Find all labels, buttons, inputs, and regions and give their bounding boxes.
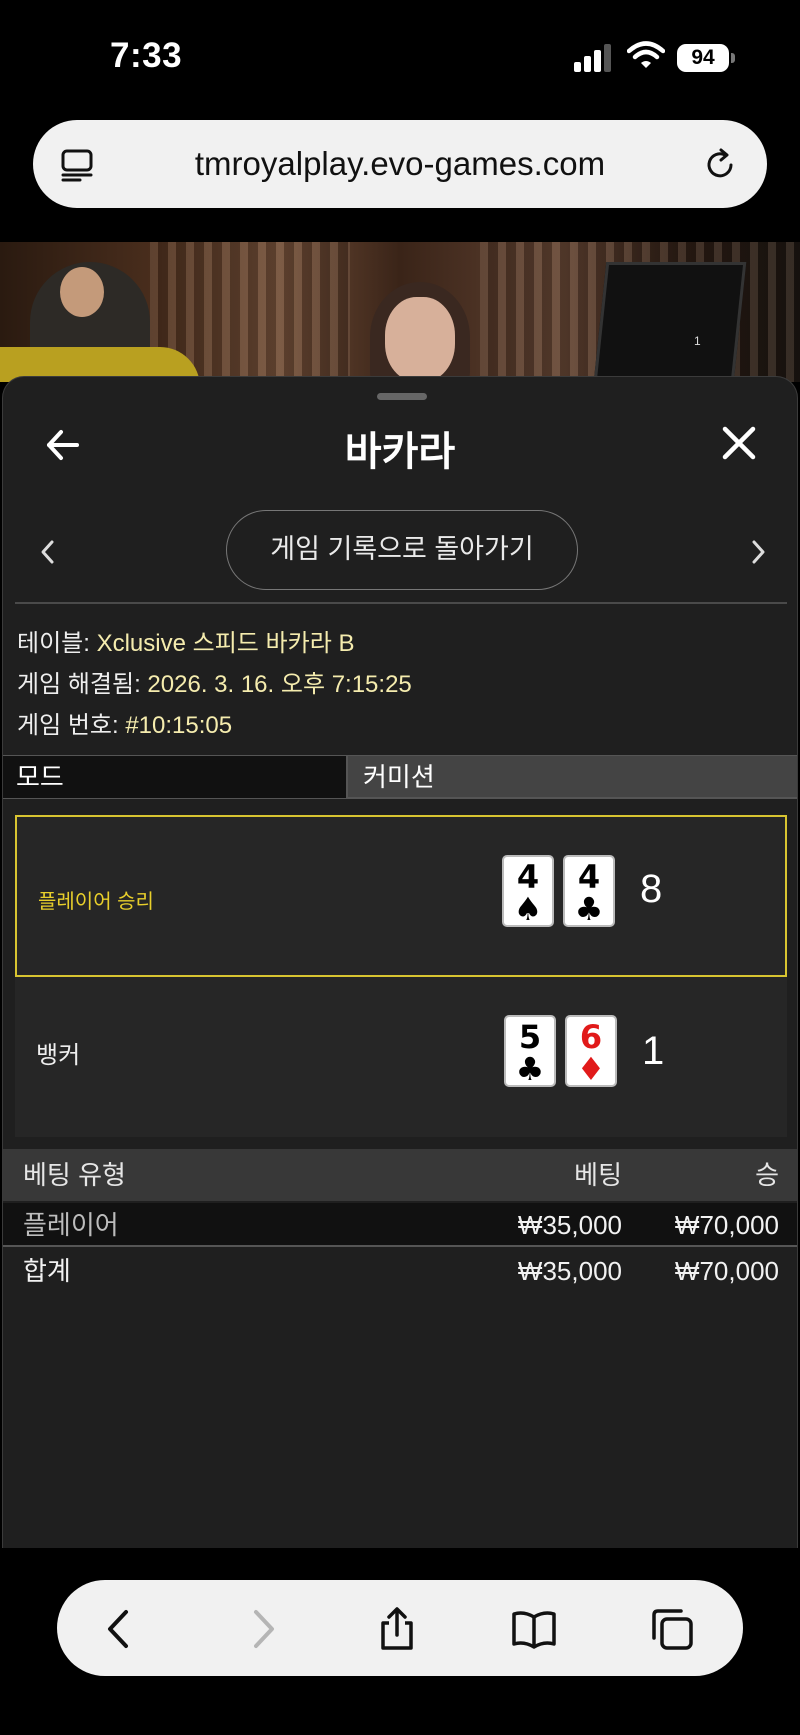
table-row: 플레이어 ₩35,000 ₩70,000 [3,1203,797,1247]
round-label: 게임 번호: [17,712,119,739]
bet-amount-cell: ₩35,000 [517,1210,622,1240]
banker-card-2: 6 ♦ [565,1015,617,1087]
divider [15,602,787,604]
resolved-value: 2026. 3. 16. 오후 7:15:25 [147,671,412,698]
game-history-sheet: 바카라 게임 기록으로 돌아가기 테이블: Xclusive 스피드 바카라 B… [2,376,798,1548]
mode-value: 커미션 [363,762,435,792]
card-rank: 6 [579,1018,603,1056]
sheet-grabber[interactable] [377,393,427,400]
total-row: 합계 ₩35,000 ₩70,000 [3,1249,797,1293]
resolved-info: 게임 해결됨: 2026. 3. 16. 오후 7:15:25 [17,664,412,699]
player-head [60,267,104,317]
banker-score: 1 [642,1029,665,1073]
player-card-1: 4 ♠ [502,855,554,927]
spade-icon: ♠ [513,890,543,928]
page-menu-icon[interactable] [60,148,94,182]
table-info: 테이블: Xclusive 스피드 바카라 B [17,623,354,658]
url-bar[interactable]: tmroyalplay.evo-games.com [33,120,767,208]
banker-outcome: 뱅커 5 ♣ 6 ♦ 1 [15,977,787,1137]
banker-label: 뱅커 [36,1042,81,1069]
win-amount-cell: ₩70,000 [674,1210,779,1240]
card-rank: 5 [518,1018,542,1056]
battery-tip [731,53,735,63]
round-info: 게임 번호: #10:15:05 [17,705,232,740]
status-time: 7:33 [110,36,183,75]
diamond-icon: ♦ [576,1050,606,1088]
cellular-signal-icon [574,42,612,72]
bookmarks-icon[interactable] [512,1607,556,1651]
resolved-label: 게임 해결됨: [17,671,141,698]
player-card-2: 4 ♣ [563,855,615,927]
round-value: #10:15:05 [125,712,233,739]
mode-label: 모드 [3,756,348,798]
dealer-face [385,297,455,382]
reload-icon[interactable] [704,148,738,182]
status-bar: 7:33 94 [0,0,800,110]
monitor-label: 1 [694,334,701,348]
table-value: Xclusive 스피드 바카라 B [96,630,355,657]
header-bet: 베팅 [574,1160,622,1190]
mode-row: 모드 커미션 [3,755,797,799]
url-text[interactable]: tmroyalplay.evo-games.com [33,145,767,183]
live-video-preview: 1 [0,242,800,382]
bets-table-header: 베팅 유형 베팅 승 [3,1149,797,1201]
bet-type-cell: 플레이어 [23,1210,119,1240]
total-win: ₩70,000 [674,1256,779,1286]
battery-indicator: 94 [677,44,729,72]
back-to-history-button[interactable]: 게임 기록으로 돌아가기 [226,510,578,590]
banker-card-1: 5 ♣ [504,1015,556,1087]
player-result-label: 플레이어 승리 [38,891,154,913]
card-rank: 4 [577,858,601,896]
card-rank: 4 [516,858,540,896]
header-bet-type: 베팅 유형 [23,1160,126,1190]
previous-round-chevron-icon[interactable] [35,539,61,565]
browser-forward-icon[interactable] [240,1607,284,1651]
table-monitor [593,262,747,382]
wifi-icon [627,41,665,68]
player-score: 8 [640,867,663,911]
next-round-chevron-icon[interactable] [745,539,771,565]
club-icon: ♣ [574,890,604,928]
close-icon[interactable] [719,423,759,463]
total-bet: ₩35,000 [517,1256,622,1286]
share-icon[interactable] [375,1607,419,1651]
tabs-icon[interactable] [650,1607,694,1651]
total-label: 합계 [23,1256,71,1286]
browser-back-icon[interactable] [98,1607,142,1651]
table-label: 테이블: [17,630,90,657]
club-icon: ♣ [515,1050,545,1088]
header-win: 승 [755,1160,779,1190]
player-outcome: 플레이어 승리 4 ♠ 4 ♣ 8 [15,815,787,977]
sheet-title: 바카라 [344,430,456,474]
